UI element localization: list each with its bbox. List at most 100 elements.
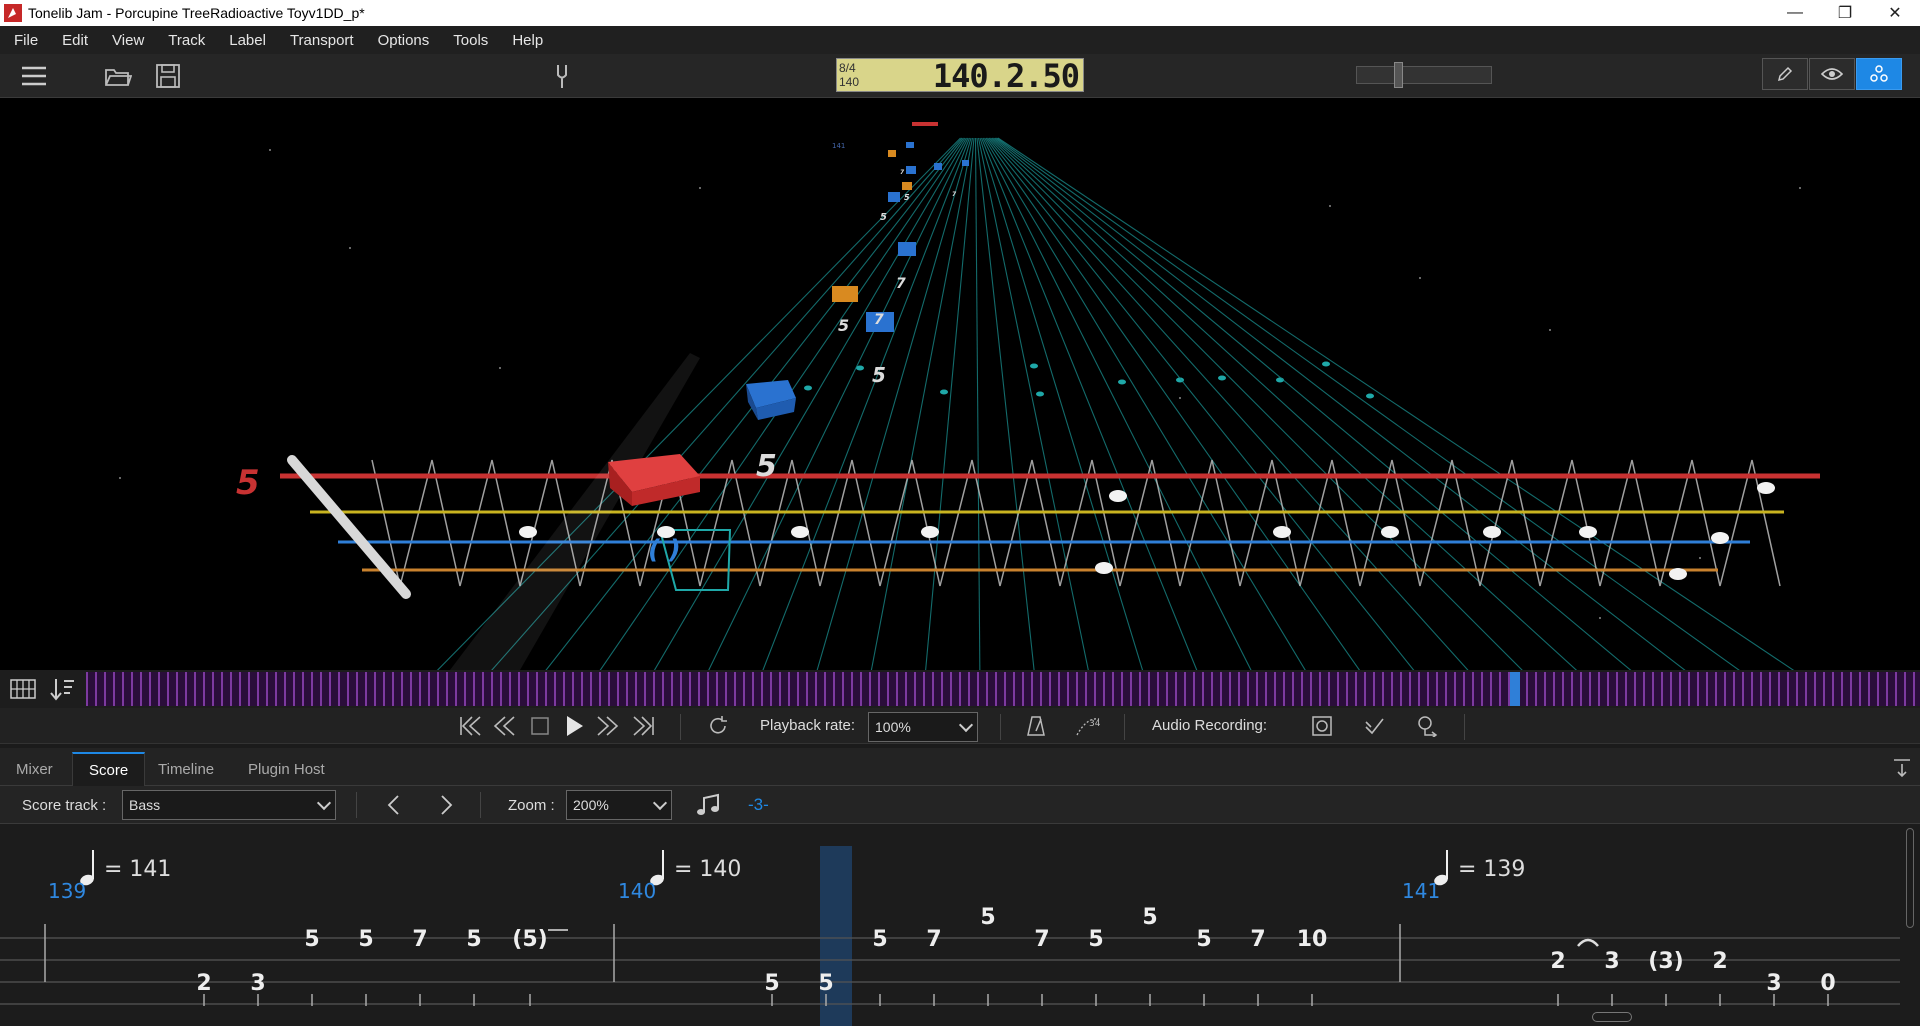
menu-tools[interactable]: Tools xyxy=(453,32,488,49)
fret-lane-line xyxy=(977,137,1089,670)
chevron-left-icon[interactable] xyxy=(384,794,404,816)
tab-note[interactable]: 5 xyxy=(818,971,833,996)
tuplet-button[interactable]: -3- xyxy=(748,795,769,815)
fret-dot xyxy=(1366,393,1374,399)
note-block-blue xyxy=(746,380,796,420)
go-to-start-button[interactable] xyxy=(456,714,484,738)
highway-note-number: 7 xyxy=(900,169,905,176)
tab-note[interactable]: 5 xyxy=(1142,905,1157,930)
score-svg: = 141 139 = 140 140 = 139 141 2 3 5 5 7 5 (5) 5 5 5 7 5 7… xyxy=(0,846,1900,1026)
score-track-select[interactable]: Bass xyxy=(122,790,336,820)
menu-label[interactable]: Label xyxy=(229,32,266,49)
sort-down-icon[interactable] xyxy=(48,677,76,701)
tab-note[interactable]: 2 xyxy=(1550,949,1565,974)
tab-note[interactable]: 7 xyxy=(926,927,941,952)
tab-note[interactable]: 0 xyxy=(1820,971,1835,996)
tab-note[interactable]: 5 xyxy=(466,927,481,952)
note-block-blue-4 xyxy=(888,192,900,202)
score-toolbar: Score track : Bass Zoom : 200% -3- xyxy=(0,786,1920,824)
count-in-button[interactable]: 34 xyxy=(1074,714,1102,738)
record-button[interactable] xyxy=(1308,714,1336,738)
fret-dot xyxy=(1218,375,1226,381)
tab-mixer[interactable]: Mixer xyxy=(0,752,69,786)
tab-note[interactable]: 5 xyxy=(358,927,373,952)
open-folder-icon[interactable] xyxy=(104,62,132,90)
zoom-select[interactable]: 200% xyxy=(566,790,672,820)
highway-svg: 5 5 7 5 7 5 5 5 7 7 141 ( ) xyxy=(119,122,1820,670)
tab-note[interactable]: 5 xyxy=(1196,927,1211,952)
playback-cursor[interactable] xyxy=(820,846,852,1026)
menu-file[interactable]: File xyxy=(14,32,38,49)
fret-lane-line xyxy=(997,137,1795,670)
tab-note[interactable]: 3 xyxy=(250,971,265,996)
separator xyxy=(480,792,481,818)
tab-note[interactable]: 5 xyxy=(872,927,887,952)
play-button[interactable] xyxy=(560,714,588,738)
tab-note[interactable]: 3 xyxy=(1766,971,1781,996)
loop-button[interactable] xyxy=(704,714,732,738)
tab-note[interactable]: 2 xyxy=(1712,949,1727,974)
score-horizontal-scrollbar[interactable] xyxy=(1592,1012,1632,1022)
volume-slider-thumb[interactable] xyxy=(1394,62,1403,88)
restore-button[interactable]: ❐ xyxy=(1820,0,1870,26)
tab-score-view: = 141 139 = 140 140 = 139 141 2 3 5 5 7 5 (5) 5 5 5 7 5 7… xyxy=(0,824,1920,1026)
score-vertical-scrollbar[interactable] xyxy=(1906,828,1914,928)
piano-keys-icon[interactable] xyxy=(10,677,36,701)
tab-note[interactable]: 5 xyxy=(304,927,319,952)
tab-note[interactable]: 5 xyxy=(980,905,995,930)
tab-score[interactable]: Score xyxy=(72,752,146,786)
tab-note[interactable]: 10 xyxy=(1297,927,1328,952)
menu-edit[interactable]: Edit xyxy=(62,32,88,49)
loop-icon xyxy=(710,716,727,734)
menu-transport[interactable]: Transport xyxy=(290,32,354,49)
music-note-icon[interactable] xyxy=(696,792,722,818)
note-block-blue-6 xyxy=(906,142,914,148)
view-mode-button[interactable] xyxy=(1809,58,1855,90)
tab-note[interactable]: 7 xyxy=(1034,927,1049,952)
3d-mode-button[interactable] xyxy=(1856,58,1902,90)
menu-help[interactable]: Help xyxy=(512,32,543,49)
fast-forward-button[interactable] xyxy=(594,714,622,738)
ghost-note-marker: ( ) xyxy=(648,535,681,565)
chevron-right-icon[interactable] xyxy=(436,794,456,816)
menu-track[interactable]: Track xyxy=(168,32,205,49)
note-marker xyxy=(519,526,537,538)
tab-plugin-host[interactable]: Plugin Host xyxy=(232,752,341,786)
song-overview-bar[interactable] xyxy=(86,672,1920,706)
close-button[interactable]: ✕ xyxy=(1870,0,1920,26)
rewind-button[interactable] xyxy=(490,714,518,738)
hamburger-menu-icon[interactable] xyxy=(20,62,48,90)
star xyxy=(699,187,701,189)
pencil-icon xyxy=(1777,66,1793,82)
go-to-end-button[interactable] xyxy=(630,714,658,738)
tuning-fork-icon[interactable] xyxy=(548,62,576,90)
tab-note[interactable]: (5) xyxy=(512,927,547,952)
zoom-value: 200% xyxy=(573,797,609,813)
stop-button[interactable] xyxy=(526,714,554,738)
playback-rate-select[interactable]: 100% xyxy=(868,712,978,742)
collapse-panel-icon[interactable] xyxy=(1892,758,1912,778)
recording-settings-button[interactable] xyxy=(1414,714,1442,738)
capo-bar xyxy=(287,455,411,599)
minimize-button[interactable]: — xyxy=(1770,0,1820,26)
tab-note[interactable]: 5 xyxy=(764,971,779,996)
tab-timeline[interactable]: Timeline xyxy=(142,752,230,786)
menu-options[interactable]: Options xyxy=(378,32,430,49)
playhead-marker[interactable] xyxy=(1510,672,1520,706)
accept-recording-button[interactable] xyxy=(1360,714,1388,738)
tab-note[interactable]: 3 xyxy=(1604,949,1619,974)
play-icon xyxy=(567,716,583,736)
tab-note[interactable]: (3) xyxy=(1648,949,1683,974)
rewind-icon xyxy=(493,716,515,736)
stop-icon xyxy=(531,717,549,735)
tab-note[interactable]: 2 xyxy=(196,971,211,996)
volume-slider-track[interactable] xyxy=(1356,66,1492,84)
tab-note[interactable]: 7 xyxy=(1250,927,1265,952)
tab-note[interactable]: 7 xyxy=(412,927,427,952)
star xyxy=(269,149,271,151)
tab-note[interactable]: 5 xyxy=(1088,927,1103,952)
edit-mode-button[interactable] xyxy=(1762,58,1808,90)
metronome-button[interactable] xyxy=(1022,714,1050,738)
save-icon[interactable] xyxy=(154,62,182,90)
menu-view[interactable]: View xyxy=(112,32,144,49)
